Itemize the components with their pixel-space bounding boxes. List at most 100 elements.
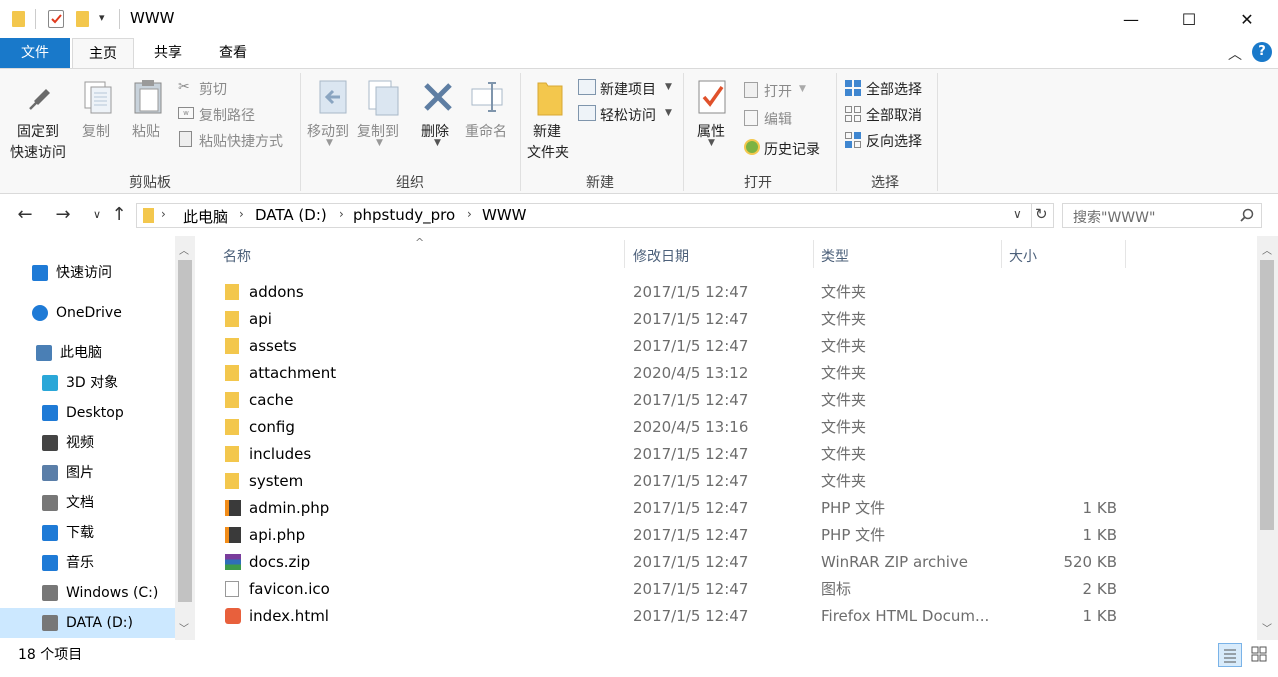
paste-button[interactable]: 粘贴 [132, 121, 160, 141]
scrollbar-thumb[interactable] [1260, 260, 1274, 530]
scrollbar-thumb[interactable] [178, 260, 192, 602]
breadcrumb-this-pc[interactable]: 此电脑 [183, 206, 228, 227]
nav-item[interactable]: 文档 [0, 488, 175, 518]
column-divider[interactable] [1125, 240, 1126, 268]
file-row[interactable]: docs.zip 2017/1/5 12:47 WinRAR ZIP archive… [217, 549, 1217, 576]
column-header-size[interactable]: 大小 [1009, 246, 1037, 266]
nav-item[interactable]: Windows (C:) [0, 578, 175, 608]
easy-access-button[interactable]: 轻松访问 [600, 105, 656, 125]
nav-item[interactable]: 视频 [0, 428, 175, 458]
maximize-button[interactable]: ☐ [1160, 0, 1218, 38]
open-button[interactable]: 打开 [764, 81, 792, 101]
status-bar: 18 个项目 [0, 640, 1278, 670]
address-history-chevron-icon[interactable]: ∨ [1013, 207, 1022, 221]
nav-item[interactable]: 下载 [0, 518, 175, 548]
nav-item[interactable]: 此电脑 [0, 338, 175, 368]
file-row[interactable]: system 2017/1/5 12:47 文件夹 [217, 468, 1217, 495]
edit-button[interactable]: 编辑 [764, 109, 792, 129]
help-icon[interactable]: ? [1252, 42, 1272, 62]
file-date: 2017/1/5 12:47 [633, 526, 749, 544]
column-divider[interactable] [1001, 240, 1002, 268]
new-item-button[interactable]: 新建项目 [600, 79, 656, 99]
select-none-button[interactable]: 全部取消 [866, 105, 922, 125]
column-header-type[interactable]: 类型 [821, 246, 849, 266]
refresh-icon[interactable]: ↻ [1035, 205, 1048, 223]
file-row[interactable]: api.php 2017/1/5 12:47 PHP 文件 1 KB [217, 522, 1217, 549]
copy-button[interactable]: 复制 [82, 121, 110, 141]
file-date: 2017/1/5 12:47 [633, 391, 749, 409]
file-row[interactable]: attachment 2020/4/5 13:12 文件夹 [217, 360, 1217, 387]
new-folder-button[interactable]: 新建 [533, 121, 561, 141]
nav-item[interactable]: DATA (D:) [0, 608, 175, 638]
breadcrumb-data-drive[interactable]: DATA (D:) [255, 206, 327, 224]
file-row[interactable]: addons 2017/1/5 12:47 文件夹 [217, 279, 1217, 306]
breadcrumb-phpstudy[interactable]: phpstudy_pro [353, 206, 455, 224]
pin-quick-access-button[interactable]: 固定到 [17, 121, 59, 141]
group-separator [520, 73, 521, 191]
up-arrow-icon[interactable]: ↑ [108, 204, 130, 226]
file-size: 1 KB [1082, 526, 1117, 544]
details-view-icon[interactable] [1218, 643, 1242, 667]
nav-scrollbar[interactable]: ︿ ﹀ [175, 236, 195, 640]
forward-arrow-icon[interactable]: → [52, 204, 74, 226]
customize-toolbar-icon[interactable]: ▾ [99, 11, 105, 24]
select-all-button[interactable]: 全部选择 [866, 79, 922, 99]
file-row[interactable]: includes 2017/1/5 12:47 文件夹 [217, 441, 1217, 468]
back-arrow-icon[interactable]: ← [14, 204, 36, 226]
new-folder-icon[interactable] [76, 11, 89, 27]
properties-icon[interactable] [48, 10, 64, 28]
rename-button[interactable]: 重命名 [465, 121, 507, 141]
zip-file-icon [225, 554, 241, 570]
recent-locations-icon[interactable]: ∨ [86, 204, 108, 226]
scroll-up-icon[interactable]: ︿ [179, 242, 189, 257]
file-date: 2017/1/5 12:47 [633, 445, 749, 463]
address-bar[interactable]: › 此电脑 › DATA (D:) › phpstudy_pro › WWW ∨… [136, 203, 1054, 228]
file-row[interactable]: index.html 2017/1/5 12:47 Firefox HTML Doc… [217, 603, 1217, 630]
history-button[interactable]: 历史记录 [764, 139, 820, 159]
tab-home[interactable]: 主页 [72, 38, 134, 69]
file-row[interactable]: config 2020/4/5 13:16 文件夹 [217, 414, 1217, 441]
invert-selection-button[interactable]: 反向选择 [866, 131, 922, 151]
nav-item[interactable]: 图片 [0, 458, 175, 488]
file-row[interactable]: assets 2017/1/5 12:47 文件夹 [217, 333, 1217, 360]
folder-icon [225, 365, 239, 381]
minimize-button[interactable]: — [1102, 0, 1160, 38]
search-input[interactable]: 搜索"WWW" [1062, 203, 1262, 228]
large-icons-view-icon[interactable] [1248, 643, 1272, 667]
breadcrumb-www[interactable]: WWW [482, 206, 527, 224]
cut-button[interactable]: 剪切 [199, 79, 227, 99]
nav-item[interactable]: OneDrive [0, 298, 175, 328]
file-row[interactable]: cache 2017/1/5 12:47 文件夹 [217, 387, 1217, 414]
column-divider[interactable] [813, 240, 814, 268]
column-divider[interactable] [624, 240, 625, 268]
scroll-down-icon[interactable]: ﹀ [1262, 620, 1272, 635]
music-icon [42, 555, 58, 571]
folder-icon [225, 392, 239, 408]
group-separator [300, 73, 301, 191]
collapse-ribbon-icon[interactable]: ︿ [1228, 44, 1242, 64]
tab-view[interactable]: 查看 [202, 38, 264, 68]
paste-shortcut-button[interactable]: 粘贴快捷方式 [199, 131, 283, 151]
folder-icon [12, 11, 25, 27]
column-header-name[interactable]: 名称 [223, 246, 251, 266]
file-size: 520 KB [1063, 553, 1117, 571]
divider [1031, 204, 1032, 227]
file-row[interactable]: favicon.ico 2017/1/5 12:47 图标 2 KB [217, 576, 1217, 603]
nav-item[interactable]: Desktop [0, 398, 175, 428]
tab-share[interactable]: 共享 [138, 38, 198, 68]
file-size: 1 KB [1082, 499, 1117, 517]
file-type: 图标 [821, 580, 852, 598]
nav-item[interactable]: 音乐 [0, 548, 175, 578]
nav-item[interactable]: 快速访问 [0, 258, 175, 288]
file-row[interactable]: admin.php 2017/1/5 12:47 PHP 文件 1 KB [217, 495, 1217, 522]
column-header-date[interactable]: 修改日期 [633, 246, 689, 266]
tab-file[interactable]: 文件 [0, 38, 70, 68]
scroll-up-icon[interactable]: ︿ [1262, 242, 1272, 257]
file-date: 2020/4/5 13:16 [633, 418, 749, 436]
close-button[interactable]: ✕ [1218, 0, 1276, 38]
scroll-down-icon[interactable]: ﹀ [179, 620, 189, 635]
file-list-scrollbar[interactable]: ︿ ﹀ [1257, 236, 1278, 640]
file-row[interactable]: api 2017/1/5 12:47 文件夹 [217, 306, 1217, 333]
nav-item[interactable]: 3D 对象 [0, 368, 175, 398]
copy-path-button[interactable]: 复制路径 [199, 105, 255, 125]
